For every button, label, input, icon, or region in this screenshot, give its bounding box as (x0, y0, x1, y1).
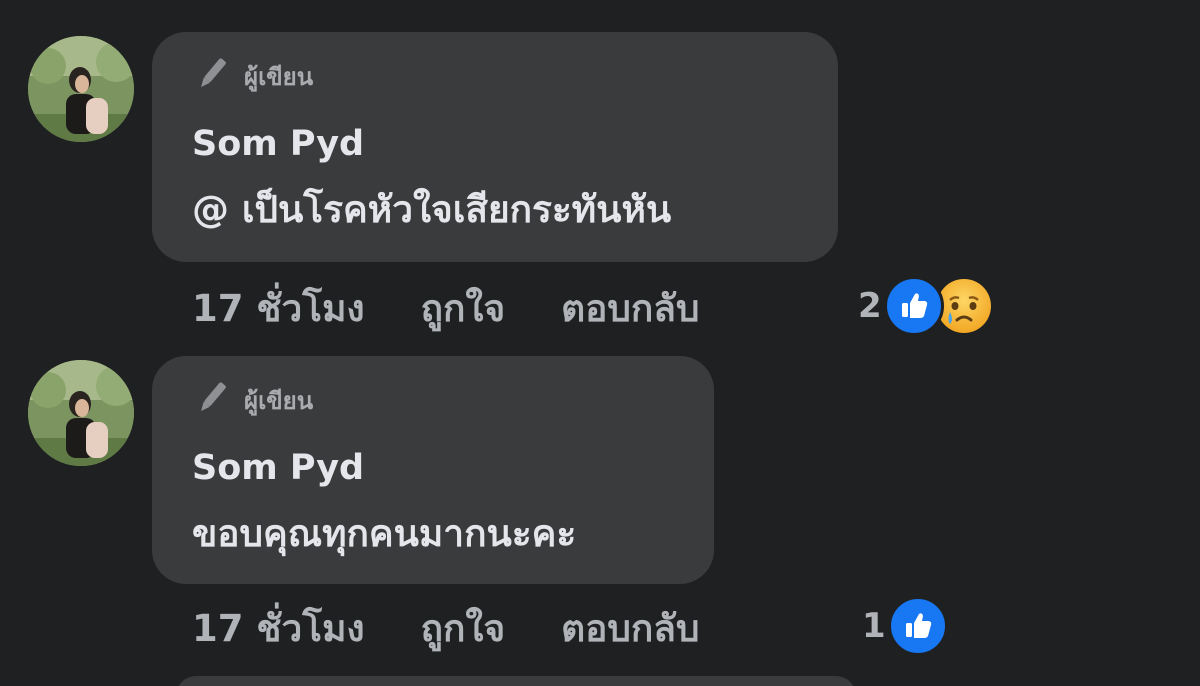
comment-bubble: ผู้เขียน Som Pyd ขอบคุณทุกคนมากนะคะ (152, 356, 714, 584)
like-button[interactable]: ถูกใจ (421, 279, 506, 338)
reply-button[interactable]: ตอบกลับ (561, 599, 699, 658)
reaction-count: 1 (862, 606, 886, 646)
comment-actions: 17 ชั่วโมง ถูกใจ ตอบกลับ (192, 600, 699, 656)
reactions-summary[interactable]: 2 (858, 274, 994, 338)
reply-button[interactable]: ตอบกลับ (561, 279, 699, 338)
author-name[interactable]: Som Pyd (192, 124, 364, 164)
comment-actions: 17 ชั่วโมง ถูกใจ ตอบกลับ (192, 280, 699, 336)
author-name[interactable]: Som Pyd (192, 448, 364, 488)
reactions-summary[interactable]: 1 (862, 594, 948, 658)
comments-thread: ผู้เขียน Som Pyd @ เป็นโรคหัวใจเสียกระทั… (0, 0, 1200, 686)
author-badge: ผู้เขียน (192, 380, 313, 420)
avatar[interactable] (28, 360, 134, 466)
author-badge: ผู้เขียน (192, 56, 313, 96)
reaction-count: 2 (858, 286, 882, 326)
comment-text: ขอบคุณทุกคนมากนะคะ (192, 512, 577, 555)
comment-timestamp[interactable]: 17 ชั่วโมง (192, 599, 365, 658)
avatar[interactable] (28, 36, 134, 142)
comment-bubble-partial (176, 676, 856, 686)
comment-text: @ เป็นโรคหัวใจเสียกระทันหัน (192, 188, 672, 231)
pen-icon (192, 378, 232, 422)
like-icon (883, 276, 944, 336)
comment-bubble: ผู้เขียน Som Pyd @ เป็นโรคหัวใจเสียกระทั… (152, 32, 838, 262)
pen-icon (192, 54, 232, 98)
author-badge-label: ผู้เขียน (244, 62, 314, 91)
like-button[interactable]: ถูกใจ (421, 599, 506, 658)
comment-timestamp[interactable]: 17 ชั่วโมง (192, 279, 365, 338)
like-icon (887, 596, 948, 656)
author-badge-label: ผู้เขียน (244, 386, 314, 415)
